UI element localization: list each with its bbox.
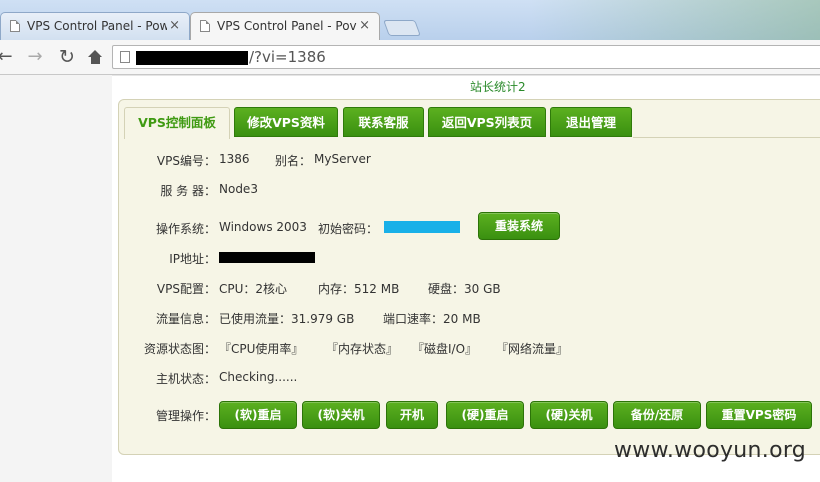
os-label: 操作系统： <box>155 222 216 236</box>
page-icon <box>10 20 20 32</box>
memory-value: 内存：512 MB <box>318 282 400 296</box>
vps-id-value: 1386 <box>219 152 250 166</box>
alias-label: 别名： <box>275 154 312 168</box>
nav-underline <box>633 137 820 138</box>
address-bar[interactable]: /?vi=1386 <box>112 45 820 69</box>
tab-title: VPS Control Panel - Pov <box>217 19 357 33</box>
tab-title: VPS Control Panel - Pow <box>27 19 167 33</box>
disk-value: 硬盘：30 GB <box>428 282 501 296</box>
divider <box>112 75 820 76</box>
new-tab-button[interactable] <box>383 20 421 36</box>
traffic-used: 已使用流量：31.979 GB <box>219 312 355 326</box>
memory-status-link[interactable]: 『内存状态』 <box>326 340 398 357</box>
browser-tab-1[interactable]: VPS Control Panel - Pow × <box>0 12 190 40</box>
alias-value: MyServer <box>314 152 371 166</box>
disk-io-link[interactable]: 『磁盘I/O』 <box>412 340 477 357</box>
tab-logout[interactable]: 退出管理 <box>550 107 632 137</box>
tab-edit-vps-info[interactable]: 修改VPS资料 <box>234 107 338 137</box>
initial-password-label: 初始密码： <box>318 222 379 236</box>
cpu-value: CPU：2核心 <box>219 282 288 296</box>
tab-vps-control-panel[interactable]: VPS控制面板 <box>124 107 230 139</box>
cpu-usage-link[interactable]: 『CPU使用率』 <box>219 340 303 357</box>
port-speed: 端口速率：20 MB <box>383 312 481 326</box>
redacted-password <box>384 221 460 233</box>
browser-tab-2-active[interactable]: VPS Control Panel - Pov × <box>190 12 380 40</box>
vps-id-label: VPS编号： <box>156 154 216 168</box>
vps-config-label: VPS配置： <box>156 282 216 296</box>
network-traffic-link[interactable]: 『网络流量』 <box>496 340 568 357</box>
watermark: www.wooyun.org <box>614 438 807 463</box>
ip-label: IP地址： <box>169 252 216 266</box>
page-icon <box>200 20 210 32</box>
page-icon <box>120 51 130 63</box>
backup-restore-button[interactable]: 备份/还原 <box>613 401 701 429</box>
server-label: 服 务 器： <box>160 184 216 198</box>
url-path: /?vi=1386 <box>249 48 326 66</box>
reset-vps-password-button[interactable]: 重置VPS密码 <box>706 401 812 429</box>
soft-reboot-button[interactable]: (软)重启 <box>219 401 297 429</box>
host-status-value: Checking...... <box>219 370 298 384</box>
browser-tab-strip: VPS Control Panel - Pow × VPS Control Pa… <box>0 0 820 40</box>
desktop-background <box>530 0 820 40</box>
panel-nav: VPS控制面板 修改VPS资料 联系客服 返回VPS列表页 退出管理 <box>124 106 820 139</box>
redacted-ip <box>219 252 315 263</box>
host-status-label: 主机状态： <box>155 372 216 386</box>
stat-link[interactable]: 站长统计2 <box>470 78 526 95</box>
reinstall-system-button[interactable]: 重装系统 <box>478 212 560 240</box>
tab-contact-support[interactable]: 联系客服 <box>343 107 424 137</box>
os-value: Windows 2003 <box>219 220 307 234</box>
browser-toolbar: ← → ↻ /?vi=1386 <box>0 40 820 75</box>
soft-shutdown-button[interactable]: (软)关机 <box>302 401 380 429</box>
server-value: Node3 <box>219 182 258 196</box>
tab-back-to-vps-list[interactable]: 返回VPS列表页 <box>428 107 546 137</box>
hard-reboot-button[interactable]: (硬)重启 <box>446 401 524 429</box>
close-icon[interactable]: × <box>169 18 180 33</box>
close-icon[interactable]: × <box>359 18 370 33</box>
left-gutter <box>0 75 112 482</box>
resource-status-label: 资源状态图： <box>143 342 216 356</box>
power-on-button[interactable]: 开机 <box>386 401 438 429</box>
redacted-url-host <box>136 51 248 65</box>
back-arrow-icon[interactable]: ← <box>0 46 16 68</box>
home-icon[interactable] <box>84 46 106 68</box>
traffic-label: 流量信息： <box>155 312 216 326</box>
reload-icon[interactable]: ↻ <box>56 46 78 68</box>
forward-arrow-icon[interactable]: → <box>24 46 46 68</box>
hard-shutdown-button[interactable]: (硬)关机 <box>530 401 608 429</box>
manage-label: 管理操作： <box>155 409 216 423</box>
